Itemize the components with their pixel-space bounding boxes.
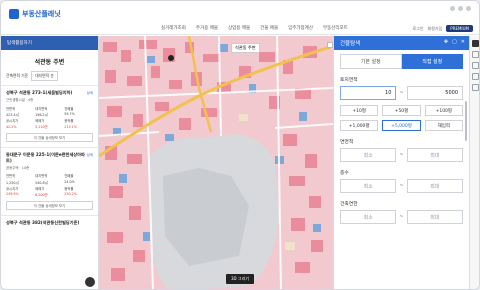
window-dot-icon[interactable] [458, 6, 463, 11]
range-separator: ~ [399, 183, 404, 189]
year-section: 건축연한 최소 ~ 최대 [334, 200, 469, 224]
add-100-button[interactable]: +100평 [424, 105, 463, 116]
detail-button[interactable]: 이 건물 상세정보 보기 [6, 132, 93, 142]
floors-range: 최소 ~ 최대 [340, 179, 464, 193]
list-item[interactable]: 성북구 석관동 382(석관동신한빌딩기준) [1, 216, 98, 231]
panel-controls: ✥ ▢ ✕ [444, 39, 465, 45]
window-dot-icon[interactable] [466, 6, 471, 11]
card-title: 성북구 석관동 273-1(세움빌딩지하) [6, 90, 73, 95]
tab-custom[interactable]: 직접 설정 [401, 54, 463, 69]
range-separator: ~ [399, 214, 404, 220]
floors-section: 층수 최소 ~ 최대 [334, 169, 469, 193]
stat-value: 249.9% [6, 192, 19, 197]
window-controls [450, 6, 471, 11]
zoom-in-icon[interactable] [472, 51, 479, 58]
card-subtitle: 근린생활시설 · 4층 [6, 98, 34, 102]
stat-value: 6,200만 [35, 192, 48, 197]
range-separator: ~ [399, 152, 404, 158]
close-icon[interactable]: ✕ [461, 39, 465, 45]
account-links: 로그인 회원가입 PREMIUM [412, 25, 473, 32]
land-area-min-input[interactable]: 10 [340, 86, 397, 100]
sidebar-filter: 건축면적 기준 대지면적 순 [1, 71, 98, 86]
scroll-top-icon[interactable] [85, 277, 95, 287]
detail-button[interactable]: 이 건물 상세정보 보기 [6, 200, 93, 210]
zoom-out-icon[interactable] [472, 62, 479, 69]
year-label: 건축연한 [340, 202, 358, 207]
add-10-button[interactable]: +10평 [340, 105, 379, 116]
quick-add-buttons: +10평 +50평 +100평 +1,000평 +5,000평 재입력 [340, 105, 463, 131]
reset-button[interactable]: 재입력 [424, 120, 463, 131]
panel-header: 건물탐색 ✥ ▢ ✕ [334, 36, 469, 50]
3d-view-button[interactable]: 3D 그리기 [226, 274, 254, 284]
card-subtitle: 공동주택 · 14층 [6, 165, 30, 170]
stat-value: 230.2% [64, 192, 77, 197]
land-area-section: 토지면적 10 ~ 5000 +10평 +50평 +100평 +1,000평 +… [334, 76, 469, 131]
title-bar: 부동산플래닛 실거래가조회 주거용 매물 상업용 매물 건물 매물 임주가점계산… [1, 1, 479, 35]
tab-basic[interactable]: 기본 설정 [340, 54, 402, 69]
year-range: 최소 ~ 최대 [340, 210, 464, 224]
year-min-input[interactable]: 최소 [340, 210, 397, 224]
logo-text: 부동산플래닛 [22, 10, 61, 18]
nav-item[interactable]: 실거래가조회 [161, 25, 186, 31]
window-dot-icon[interactable] [450, 6, 455, 11]
panel-title: 건물탐색 [340, 41, 361, 47]
floor-area-label: 연면적 [340, 140, 354, 145]
floor-area-max-input[interactable]: 최대 [406, 148, 464, 162]
add-5000-button[interactable]: +5,000평 [382, 120, 421, 131]
app-window: 부동산플래닛 실거래가조회 주거용 매물 상업용 매물 건물 매물 임주가점계산… [0, 0, 480, 290]
logo[interactable]: 부동산플래닛 [9, 8, 61, 20]
detail-link[interactable]: 상세 [87, 90, 93, 95]
signup-link[interactable]: 회원가입 [428, 26, 443, 32]
move-icon[interactable]: ✥ [444, 39, 448, 45]
stat-value: 42.2% [6, 124, 17, 129]
minimize-icon[interactable]: ▢ [452, 39, 457, 45]
floor-area-min-input[interactable]: 최소 [340, 148, 397, 162]
nav-item[interactable]: 주거용 매물 [196, 25, 218, 31]
top-navigation: 실거래가조회 주거용 매물 상업용 매물 건물 매물 임주가점계산 부동산리포트 [161, 25, 348, 31]
filter-label: 건축면적 기준 [6, 73, 29, 78]
measure-icon[interactable] [472, 84, 479, 91]
card-title: 성북구 석관동 382(석관동신한빌딩기준) [6, 219, 80, 225]
land-area-range: 10 ~ 5000 [340, 86, 464, 100]
map-view[interactable]: 석관동 주변 3D 그리기 [99, 36, 333, 289]
map-location-label: 석관동 주변 [231, 43, 260, 53]
list-item[interactable]: 상세 동대문구 이문동 225-1(이문e편한세상아파트) 공동주택 · 14층… [1, 148, 98, 216]
detail-link[interactable]: 상세 [87, 152, 93, 157]
map-canvas [99, 36, 333, 289]
card-stats: 연면적 대지면적 건폐율 423.4㎡ 196.2㎡ 59.7% 공시지가 매매가 용적률 … [6, 105, 93, 130]
stat-value: 5,210만 [35, 125, 48, 130]
floor-area-section: 연면적 최소 ~ 최대 [334, 138, 469, 162]
login-link[interactable]: 로그인 [412, 26, 423, 32]
add-1000-button[interactable]: +1,000평 [340, 120, 379, 131]
year-max-input[interactable]: 최대 [406, 210, 464, 224]
land-area-label: 토지면적 [340, 78, 358, 83]
sort-select[interactable]: 대지면적 순 [31, 71, 58, 81]
card-title: 동대문구 이문동 225-1(이문e편한세상아파트) [6, 151, 85, 163]
floor-area-range: 최소 ~ 최대 [340, 148, 464, 162]
stat-value: 215.1% [64, 124, 77, 129]
sidebar-title: 석관동 주변 [34, 59, 65, 66]
list-item[interactable]: 상세 성북구 석관동 273-1(세움빌딩지하) 근린생활시설 · 4층 연면적… [1, 86, 98, 148]
panel-scrollbar[interactable] [465, 101, 467, 141]
premium-button[interactable]: PREMIUM [446, 25, 473, 32]
card-stats: 연면적 대지면적 건폐율 1,250㎡ 540.8㎡ 24.0% 공시지가 매매가 용적률 … [6, 173, 93, 198]
floors-label: 층수 [340, 171, 349, 176]
floors-max-input[interactable]: 최대 [406, 179, 464, 193]
nav-item[interactable]: 부동산리포트 [323, 25, 348, 31]
floors-min-input[interactable]: 최소 [340, 179, 397, 193]
sidebar-header: 탐색활용하기 [1, 36, 98, 50]
layers-icon[interactable] [472, 40, 479, 47]
panel-tabs: 기본 설정 직접 설정 [340, 54, 463, 69]
right-toolbar [469, 36, 479, 289]
range-separator: ~ [399, 90, 404, 96]
nav-item[interactable]: 건물 매물 [260, 25, 278, 31]
nav-item[interactable]: 상업용 매물 [228, 25, 250, 31]
sidebar: 탐색활용하기 석관동 주변 건축면적 기준 대지면적 순 상세 성북구 석관동 … [1, 36, 99, 289]
building-search-panel: 건물탐색 ✥ ▢ ✕ 기본 설정 직접 설정 토지면적 10 ~ 5000 +1… [333, 36, 469, 289]
nav-item[interactable]: 임주가점계산 [288, 25, 313, 31]
logo-icon [9, 9, 19, 19]
land-area-max-input[interactable]: 5000 [406, 86, 464, 100]
add-50-button[interactable]: +50평 [382, 105, 421, 116]
location-icon[interactable] [472, 73, 479, 80]
